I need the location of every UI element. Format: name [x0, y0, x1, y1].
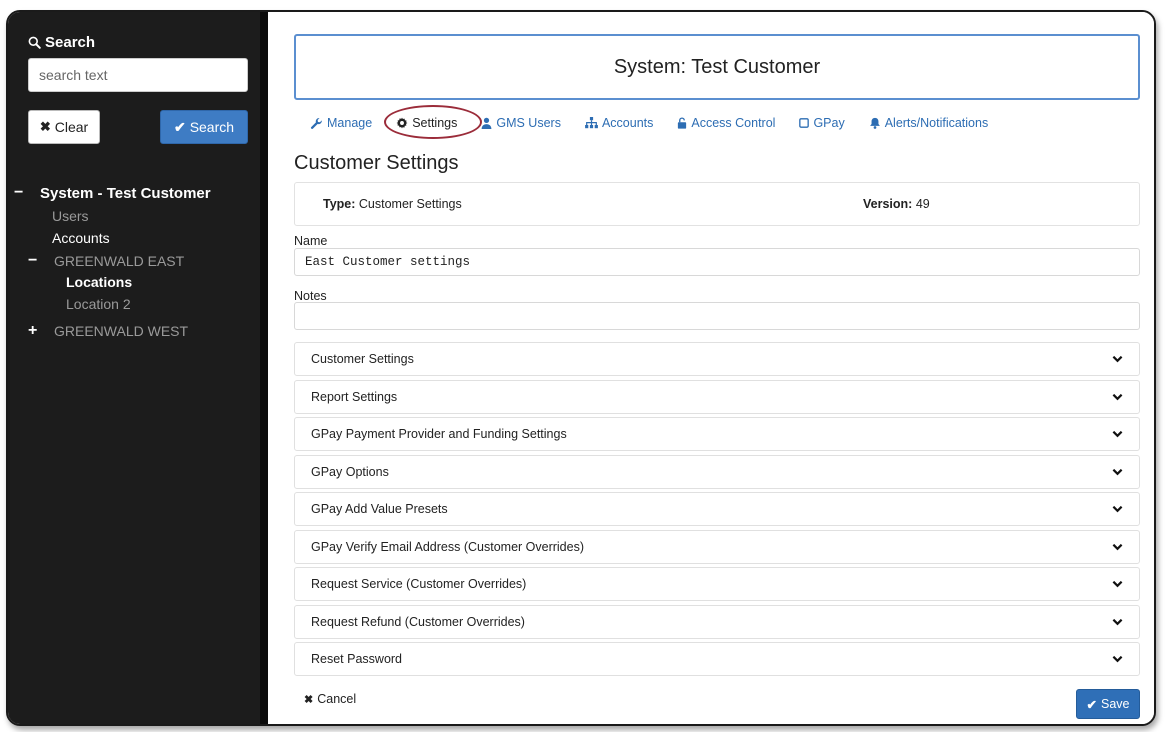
highlight-circle	[384, 105, 483, 139]
type-label: Type:	[323, 197, 356, 211]
tab-alerts-notifications[interactable]: Alerts/Notifications	[869, 116, 989, 130]
accordion-item-gpay-options[interactable]: GPay Options	[294, 454, 1140, 489]
check-icon: ✔	[173, 118, 186, 135]
lock-icon	[677, 117, 687, 129]
tree-item-greenwald-west-label: GREENWALD WEST	[54, 323, 189, 339]
search-input[interactable]	[28, 58, 248, 92]
tab-bar: Manage Settings GMS Users Accounts Acces…	[310, 105, 1012, 139]
search-heading-label: Search	[45, 34, 96, 51]
tree-item-accounts[interactable]: Accounts	[52, 230, 110, 246]
cancel-button[interactable]: ✖ Cancel	[304, 692, 356, 706]
tree-item-system-label: System - Test Customer	[40, 184, 211, 202]
close-icon: ✖	[304, 693, 314, 706]
tab-gms-users[interactable]: GMS Users	[481, 116, 561, 130]
user-icon	[481, 117, 492, 129]
square-icon	[799, 118, 810, 128]
tree-item-greenwald-west[interactable]: + GREENWALD WEST	[28, 322, 188, 340]
chevron-down-icon[interactable]	[1112, 655, 1123, 663]
tab-alerts-notifications-label: Alerts/Notifications	[884, 116, 989, 130]
collapse-icon[interactable]: −	[28, 252, 42, 270]
tree-item-locations[interactable]: Locations	[66, 274, 132, 290]
accordion-item-report-settings[interactable]: Report Settings	[294, 379, 1140, 414]
accordion-item-gpay-verify-email[interactable]: GPay Verify Email Address (Customer Over…	[294, 529, 1140, 564]
type-version-panel: Type: Customer Settings Version: 49	[294, 182, 1140, 226]
chevron-down-icon[interactable]	[1112, 505, 1123, 513]
wrench-icon	[310, 117, 323, 130]
accordion-item-label: Reset Password	[311, 652, 403, 666]
accordion-item-request-service[interactable]: Request Service (Customer Overrides)	[294, 567, 1140, 601]
notes-label: Notes	[294, 289, 327, 303]
chevron-down-icon[interactable]	[1112, 430, 1123, 438]
tab-accounts[interactable]: Accounts	[585, 116, 653, 130]
tab-gms-users-label: GMS Users	[496, 116, 561, 130]
search-heading: Search	[28, 34, 95, 51]
chevron-down-icon[interactable]	[1112, 618, 1123, 626]
accordion-item-label: GPay Verify Email Address (Customer Over…	[311, 539, 584, 554]
tab-access-control[interactable]: Access Control	[677, 116, 775, 130]
accordion-item-label: GPay Options	[311, 464, 389, 479]
chevron-down-icon[interactable]	[1112, 355, 1123, 363]
clear-button-label: Clear	[54, 119, 89, 135]
sitemap-icon	[585, 117, 598, 129]
check-icon: ✔	[1086, 697, 1097, 712]
accordion-item-label: Report Settings	[311, 389, 398, 404]
accordion-item-request-refund[interactable]: Request Refund (Customer Overrides)	[294, 604, 1140, 639]
version-value: 49	[915, 197, 930, 211]
type-info: Type: Customer Settings	[323, 197, 462, 211]
cancel-button-label: Cancel	[317, 692, 357, 706]
tab-manage[interactable]: Manage	[310, 116, 372, 130]
accordion-item-gpay-add-value-presets[interactable]: GPay Add Value Presets	[294, 492, 1140, 526]
accordion-item-label: Request Service (Customer Overrides)	[311, 577, 527, 591]
tab-accounts-label: Accounts	[601, 116, 654, 130]
section-heading: Customer Settings	[294, 152, 459, 174]
accordion-item-label: GPay Payment Provider and Funding Settin…	[311, 427, 567, 441]
tab-manage-label: Manage	[327, 116, 373, 130]
search-button-label: Search	[189, 119, 235, 135]
expand-icon[interactable]: +	[28, 322, 42, 340]
tree-item-greenwald-east[interactable]: − GREENWALD EAST	[28, 252, 184, 270]
save-button[interactable]: ✔ Save	[1076, 689, 1140, 719]
clear-button[interactable]: ✖ Clear	[28, 110, 100, 144]
app-window: Search ✖ Clear ✔ Search − System - Test …	[6, 10, 1156, 726]
version-label: Version:	[863, 197, 913, 211]
tab-access-control-label: Access Control	[691, 116, 776, 130]
type-value: Customer Settings	[358, 197, 462, 211]
accordion-item-label: Request Refund (Customer Overrides)	[311, 614, 525, 629]
accordion-item-reset-password[interactable]: Reset Password	[294, 642, 1140, 676]
chevron-down-icon[interactable]	[1112, 580, 1123, 588]
bell-icon	[869, 117, 881, 129]
search-icon	[28, 36, 41, 49]
chevron-down-icon[interactable]	[1112, 393, 1123, 401]
collapse-icon[interactable]: −	[14, 184, 28, 202]
tree-item-users[interactable]: Users	[52, 208, 89, 224]
search-button[interactable]: ✔ Search	[160, 110, 248, 144]
sidebar: Search ✖ Clear ✔ Search − System - Test …	[8, 12, 260, 724]
main-content: System: Test Customer Manage Settings GM…	[268, 12, 1154, 724]
accordion-item-customer-settings[interactable]: Customer Settings	[294, 342, 1140, 376]
chevron-down-icon[interactable]	[1112, 468, 1123, 476]
chevron-down-icon[interactable]	[1112, 543, 1123, 551]
close-icon: ✖	[39, 119, 51, 134]
sidebar-divider[interactable]	[260, 12, 268, 724]
notes-field[interactable]	[294, 302, 1140, 330]
accordion-item-label: GPay Add Value Presets	[311, 502, 448, 516]
name-field[interactable]	[294, 248, 1140, 276]
tab-gpay-label: GPay	[813, 116, 845, 130]
tab-gpay[interactable]: GPay	[799, 116, 845, 130]
version-info: Version: 49	[863, 197, 930, 211]
accordion-item-gpay-payment-provider[interactable]: GPay Payment Provider and Funding Settin…	[294, 417, 1140, 451]
accordion-item-label: Customer Settings	[311, 352, 414, 366]
tree-item-location-2[interactable]: Location 2	[66, 296, 131, 312]
save-button-label: Save	[1100, 697, 1130, 711]
tree-item-system[interactable]: − System - Test Customer	[14, 184, 211, 202]
name-label: Name	[294, 234, 328, 248]
tab-settings[interactable]: Settings	[384, 105, 483, 139]
tree-item-greenwald-east-label: GREENWALD EAST	[54, 253, 185, 269]
page-title: System: Test Customer	[294, 34, 1140, 100]
